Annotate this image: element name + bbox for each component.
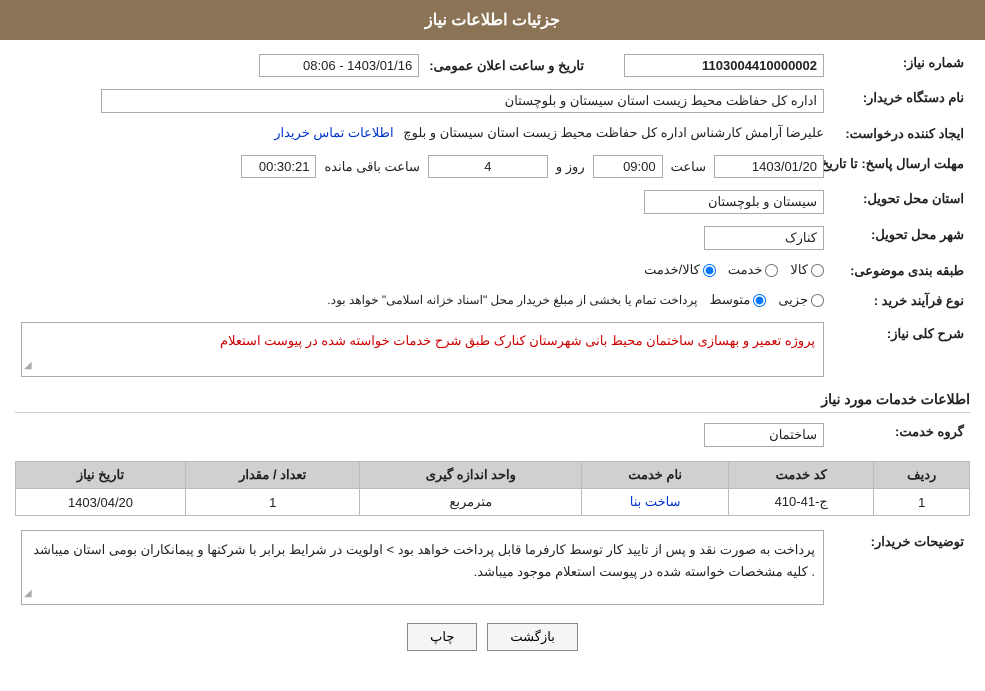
row-city: شهر محل تحویل: کنارک xyxy=(15,222,970,254)
days-input: 4 xyxy=(428,155,548,178)
category-radio-kala[interactable] xyxy=(811,264,824,277)
buyer-notes-box: پرداخت به صورت نقد و پس از تایید کار توس… xyxy=(21,530,824,605)
need-number-input: 1103004410000002 xyxy=(624,54,824,77)
need-number-label: شماره نیاز: xyxy=(830,50,970,81)
description-text: پروژه تعمیر و بهسازی ساختمان محیط بانی ش… xyxy=(220,333,815,348)
group-service-value: ساختمان xyxy=(15,419,830,451)
th-code: کد خدمت xyxy=(728,462,873,489)
back-button[interactable]: بازگشت xyxy=(487,623,577,651)
group-service-label: گروه خدمت: xyxy=(830,419,970,451)
category-label: طبقه بندی موضوعی: xyxy=(830,258,970,284)
td-row-1: 1 xyxy=(874,489,970,516)
process-radio-group: جزیی متوسط xyxy=(709,292,824,308)
td-name-1[interactable]: ساخت بنا xyxy=(582,489,729,516)
category-kala-label: کالا xyxy=(790,262,808,278)
city-label: شهر محل تحویل: xyxy=(830,222,970,254)
th-quantity: تعداد / مقدار xyxy=(186,462,360,489)
row-buyer-org: نام دستگاه خریدار: اداره کل حفاظت محیط ز… xyxy=(15,85,970,117)
process-jozii-label: جزیی xyxy=(778,292,808,308)
city-value: کنارک xyxy=(15,222,830,254)
row-group-service: گروه خدمت: ساختمان xyxy=(15,419,970,451)
page-wrapper: جزئیات اطلاعات نیاز شماره نیاز: 11030044… xyxy=(0,0,985,691)
category-option-kala-khedmat[interactable]: کالا/خدمت xyxy=(644,262,716,278)
page-title: جزئیات اطلاعات نیاز xyxy=(425,12,560,29)
process-label: نوع فرآیند خرید : xyxy=(830,288,970,314)
print-button[interactable]: چاپ xyxy=(407,623,477,651)
announce-date-input: 1403/01/16 - 08:06 xyxy=(259,54,419,77)
category-option-kala[interactable]: کالا xyxy=(790,262,824,278)
row-date: مهلت ارسال پاسخ: تا تاریخ: 1403/01/20 سا… xyxy=(15,151,970,182)
remaining-input: 00:30:21 xyxy=(241,155,316,178)
remaining-label: ساعت باقی مانده xyxy=(324,159,419,175)
category-radio-kala-khedmat[interactable] xyxy=(703,264,716,277)
process-radio-jozii[interactable] xyxy=(811,294,824,307)
description-value: پروژه تعمیر و بهسازی ساختمان محیط بانی ش… xyxy=(15,318,830,381)
category-khedmat-label: خدمت xyxy=(728,262,763,278)
buyer-org-label: نام دستگاه خریدار: xyxy=(830,85,970,117)
time-label: ساعت xyxy=(671,159,706,175)
time-input: 09:00 xyxy=(593,155,663,178)
td-quantity-1: 1 xyxy=(186,489,360,516)
process-motawaset-label: متوسط xyxy=(709,292,750,308)
services-table: ردیف کد خدمت نام خدمت واحد اندازه گیری ت… xyxy=(15,461,970,516)
row-process: نوع فرآیند خرید : جزیی متوسط پرداخت تمام… xyxy=(15,288,970,314)
description-box: پروژه تعمیر و بهسازی ساختمان محیط بانی ش… xyxy=(21,322,824,377)
page-header: جزئیات اطلاعات نیاز xyxy=(0,0,985,40)
date-value: 1403/01/20 ساعت 09:00 روز و 4 ساعت باقی … xyxy=(15,151,830,182)
td-unit-1: مترمربع xyxy=(360,489,582,516)
category-value: کالا خدمت کالا/خدمت xyxy=(15,258,830,284)
process-value: جزیی متوسط پرداخت تمام یا بخشی از مبلغ خ… xyxy=(15,288,830,314)
creator-text: علیرضا آرامش کارشناس اداره کل حفاظت محیط… xyxy=(403,125,824,140)
process-radio-motawaset[interactable] xyxy=(753,294,766,307)
button-row: بازگشت چاپ xyxy=(15,623,970,651)
buyer-org-input: اداره کل حفاظت محیط زیست استان سیستان و … xyxy=(101,89,824,113)
buyer-notes-text: پرداخت به صورت نقد و پس از تایید کار توس… xyxy=(33,542,815,579)
creator-label: ایجاد کننده درخواست: xyxy=(830,121,970,147)
date-label: مهلت ارسال پاسخ: تا تاریخ: xyxy=(830,151,970,182)
row-category: طبقه بندی موضوعی: کالا خدمت کالا/خدمت xyxy=(15,258,970,284)
services-section-title: اطلاعات خدمات مورد نیاز xyxy=(15,391,970,413)
th-unit: واحد اندازه گیری xyxy=(360,462,582,489)
group-service-input: ساختمان xyxy=(704,423,824,447)
row-need-number: شماره نیاز: 1103004410000002 تاریخ و ساع… xyxy=(15,50,970,81)
creator-contact-link[interactable]: اطلاعات تماس خریدار xyxy=(274,125,393,140)
buyer-org-value: اداره کل حفاظت محیط زیست استان سیستان و … xyxy=(15,85,830,117)
resize-handle-description: ◢ xyxy=(24,358,32,374)
buyer-notes-label: توضیحات خریدار: xyxy=(830,526,970,555)
row-description: شرح کلی نیاز: پروژه تعمیر و بهسازی ساختم… xyxy=(15,318,970,381)
th-date: تاریخ نیاز xyxy=(16,462,186,489)
need-number-value: 1103004410000002 تاریخ و ساعت اعلان عموم… xyxy=(15,50,830,81)
days-label: روز و xyxy=(556,159,585,175)
category-kala-khedmat-label: کالا/خدمت xyxy=(644,262,700,278)
process-option-motawaset[interactable]: متوسط xyxy=(709,292,766,308)
main-content: شماره نیاز: 1103004410000002 تاریخ و ساع… xyxy=(0,40,985,671)
announce-date-label: تاریخ و ساعت اعلان عمومی: xyxy=(429,58,584,74)
row-buyer-notes: توضیحات خریدار: پرداخت به صورت نقد و پس … xyxy=(15,526,970,609)
td-date-1: 1403/04/20 xyxy=(16,489,186,516)
creator-value: علیرضا آرامش کارشناس اداره کل حفاظت محیط… xyxy=(15,121,830,147)
td-code-1: ج-41-410 xyxy=(728,489,873,516)
buyer-notes-value: پرداخت به صورت نقد و پس از تایید کار توس… xyxy=(15,526,830,609)
category-radio-group: کالا خدمت کالا/خدمت xyxy=(21,262,824,278)
province-input: سیستان و بلوچستان xyxy=(644,190,824,214)
category-option-khedmat[interactable]: خدمت xyxy=(728,262,779,278)
row-creator: ایجاد کننده درخواست: علیرضا آرامش کارشنا… xyxy=(15,121,970,147)
th-name: نام خدمت xyxy=(582,462,729,489)
resize-handle-notes: ◢ xyxy=(24,585,32,602)
city-input: کنارک xyxy=(704,226,824,250)
th-row: ردیف xyxy=(874,462,970,489)
table-row: 1 ج-41-410 ساخت بنا مترمربع 1 1403/04/20 xyxy=(16,489,970,516)
row-province: استان محل تحویل: سیستان و بلوچستان xyxy=(15,186,970,218)
date-input: 1403/01/20 xyxy=(714,155,824,178)
category-radio-khedmat[interactable] xyxy=(765,264,778,277)
process-note: پرداخت تمام یا بخشی از مبلغ خریدار محل "… xyxy=(327,293,697,307)
process-option-jozii[interactable]: جزیی xyxy=(778,292,824,308)
province-value: سیستان و بلوچستان xyxy=(15,186,830,218)
description-label: شرح کلی نیاز: xyxy=(830,318,970,347)
province-label: استان محل تحویل: xyxy=(830,186,970,218)
